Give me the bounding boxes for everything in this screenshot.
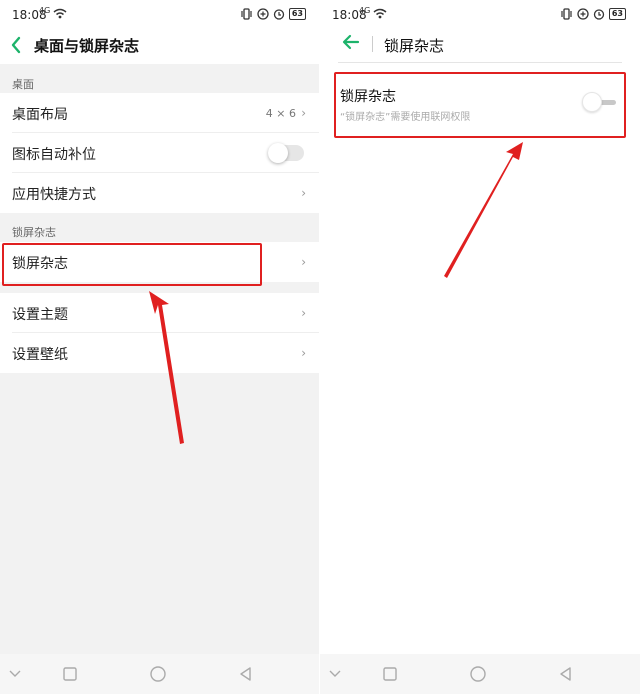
nav-home-icon[interactable] [149,666,167,684]
nav-recents-icon[interactable] [62,666,78,682]
right-screen: 18:08 4G 63 锁屏杂志 锁屏杂志 “锁屏杂志”需要使用联网权限 [320,0,640,694]
navigation-bar [320,654,640,694]
nav-collapse-icon[interactable] [8,666,22,682]
annotation-arrow [444,142,523,278]
nav-back-icon[interactable] [238,666,254,682]
nav-home-icon[interactable] [469,666,487,684]
navigation-bar [0,654,320,694]
left-screen: 18:08 4G 63 桌面与锁屏杂志 桌面 桌面布局 4 × 6 › 图标自动… [0,0,320,694]
nav-recents-icon[interactable] [382,666,398,682]
annotation-arrow [149,291,184,444]
nav-collapse-icon[interactable] [328,666,342,682]
nav-back-icon[interactable] [558,666,574,682]
